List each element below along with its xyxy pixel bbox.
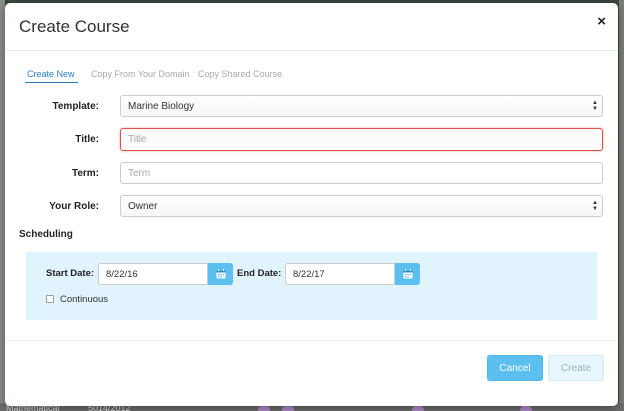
create-course-modal: Create Course × Create New Copy From You… [5, 3, 618, 406]
footer-divider [5, 340, 618, 341]
title-label: Title: [75, 134, 99, 145]
create-button[interactable]: Create [548, 355, 604, 381]
scheduling-heading: Scheduling [19, 229, 73, 240]
active-tab-underline [25, 82, 78, 83]
start-date-calendar-button[interactable] [208, 263, 233, 285]
select-arrows-icon: ▲ ▼ [592, 200, 598, 212]
scheduling-panel: Start Date: 8/22/16 End Date: 8/22/17 Co… [26, 252, 597, 320]
modal-title: Create Course [19, 17, 130, 36]
start-date-label: Start Date: [46, 268, 95, 279]
role-label: Your Role: [49, 201, 99, 212]
tab-copy-from-domain[interactable]: Copy From Your Domain [91, 69, 190, 79]
role-value: Owner [128, 200, 158, 212]
template-select[interactable]: Marine Biology ▲ ▼ [120, 95, 603, 117]
background-right-edge [619, 0, 624, 411]
end-date-label: End Date: [237, 268, 282, 279]
cancel-button[interactable]: Cancel [487, 355, 543, 381]
continuous-label[interactable]: Continuous [60, 294, 108, 305]
title-placeholder: Title [128, 134, 147, 145]
select-arrows-icon: ▲ ▼ [592, 100, 598, 112]
end-date-input[interactable]: 8/22/17 [285, 263, 395, 285]
start-date-input[interactable]: 8/22/16 [98, 263, 208, 285]
template-value: Marine Biology [128, 100, 195, 112]
end-date-value: 8/22/17 [293, 268, 325, 280]
tab-create-new[interactable]: Create New [25, 69, 78, 83]
start-date-value: 8/22/16 [106, 268, 138, 280]
term-placeholder: Term [128, 167, 151, 179]
role-select[interactable]: Owner ▲ ▼ [120, 195, 603, 217]
calendar-icon [216, 269, 225, 279]
continuous-checkbox[interactable] [46, 295, 54, 303]
close-icon[interactable]: × [597, 14, 606, 29]
end-date-calendar-button[interactable] [395, 263, 420, 285]
term-input[interactable]: Term [120, 162, 603, 184]
term-label: Term: [71, 168, 99, 179]
modal-header: Create Course × [5, 3, 618, 51]
title-input[interactable]: Title [120, 128, 603, 151]
template-label: Template: [52, 101, 100, 112]
calendar-icon [403, 269, 412, 279]
tab-label: Create New [27, 69, 75, 79]
tab-copy-shared-course[interactable]: Copy Shared Course [198, 69, 282, 79]
